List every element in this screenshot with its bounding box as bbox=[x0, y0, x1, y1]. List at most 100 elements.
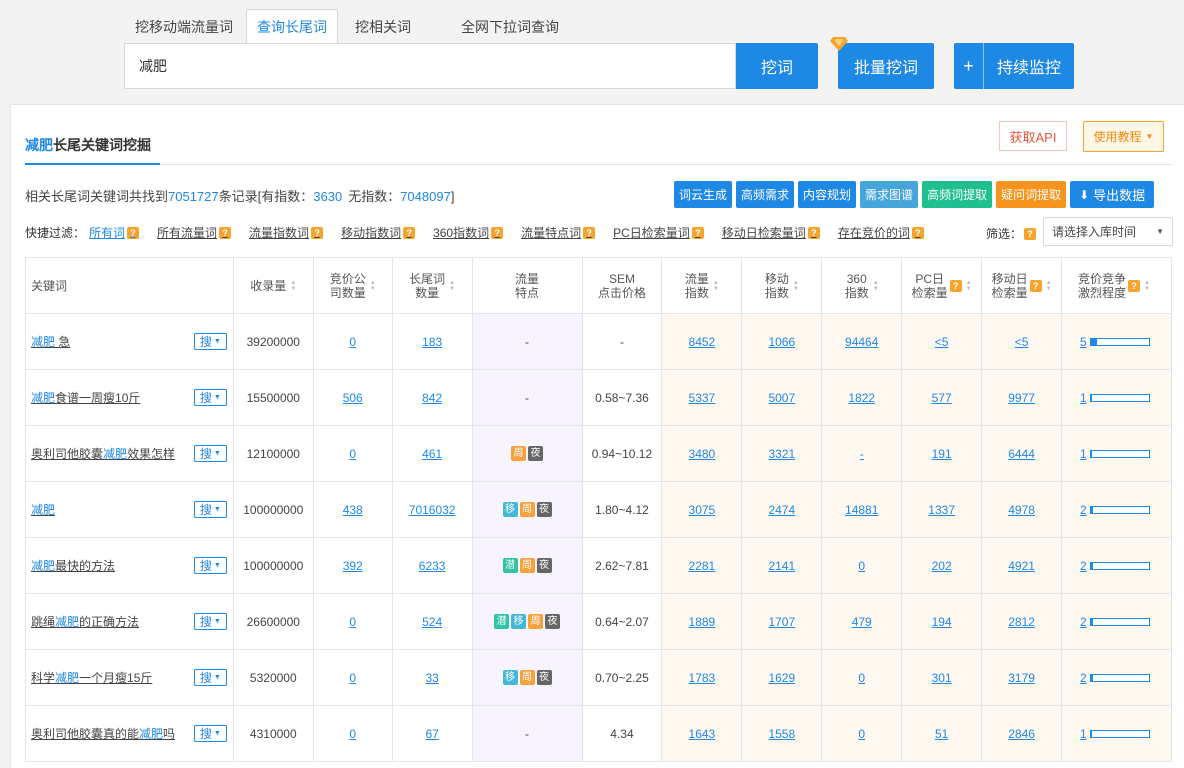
index-360-link[interactable]: 0 bbox=[858, 559, 865, 573]
bid-count-link[interactable]: 0 bbox=[349, 335, 356, 349]
index-360-link[interactable]: 0 bbox=[858, 727, 865, 741]
keyword-link[interactable]: 科学减肥一个月瘦15斤 bbox=[31, 669, 152, 686]
search-dropdown-button[interactable]: 搜 ▼ bbox=[193, 501, 227, 518]
competition-link[interactable]: 2 bbox=[1080, 615, 1087, 629]
export-button[interactable]: ⬇ 导出数据 bbox=[1070, 181, 1155, 208]
index-360-link[interactable]: 0 bbox=[858, 671, 865, 685]
mobile-daily-link[interactable]: 2846 bbox=[1008, 727, 1035, 741]
keyword-link[interactable]: 奥利司他胶囊真的能减肥吗 bbox=[31, 725, 175, 742]
filter-traffic-feature[interactable]: 流量特点词? bbox=[521, 224, 596, 241]
mobile-index-link[interactable]: 2141 bbox=[768, 559, 795, 573]
flow-index-link[interactable]: 5337 bbox=[689, 391, 716, 405]
tab-related[interactable]: 挖相关词 bbox=[344, 9, 422, 44]
mobile-daily-link[interactable]: <5 bbox=[1015, 335, 1029, 349]
flow-index-link[interactable]: 1643 bbox=[689, 727, 716, 741]
flow-index-link[interactable]: 3480 bbox=[689, 447, 716, 461]
mobile-daily-link[interactable]: 4978 bbox=[1008, 503, 1035, 517]
tab-long-tail[interactable]: 查询长尾词 bbox=[246, 9, 338, 44]
search-dropdown-button[interactable]: 搜 ▼ bbox=[193, 613, 227, 630]
bid-count-link[interactable]: 0 bbox=[349, 615, 356, 629]
flow-index-link[interactable]: 8452 bbox=[689, 335, 716, 349]
col-flow-index[interactable]: 流量 指数 ▲ ▼ bbox=[662, 258, 743, 313]
mobile-daily-link[interactable]: 3179 bbox=[1008, 671, 1035, 685]
mobile-daily-link[interactable]: 2812 bbox=[1008, 615, 1035, 629]
mobile-index-link[interactable]: 2474 bbox=[768, 503, 795, 517]
pc-daily-link[interactable]: 1337 bbox=[928, 503, 955, 517]
high-demand-button[interactable]: 高频需求 bbox=[736, 181, 795, 208]
mobile-index-link[interactable]: 1707 bbox=[768, 615, 795, 629]
mobile-daily-link[interactable]: 6444 bbox=[1008, 447, 1035, 461]
competition-link[interactable]: 2 bbox=[1080, 671, 1087, 685]
col-pc-daily[interactable]: PC日 检索量? ▲ ▼ bbox=[902, 258, 983, 313]
search-dropdown-button[interactable]: 搜 ▼ bbox=[193, 725, 227, 742]
col-competition[interactable]: 竞价竞争 激烈程度? ▲ ▼ bbox=[1062, 258, 1172, 313]
pc-daily-link[interactable]: 577 bbox=[932, 391, 952, 405]
flow-index-link[interactable]: 1783 bbox=[689, 671, 716, 685]
bid-count-link[interactable]: 0 bbox=[349, 727, 356, 741]
longtail-count-link[interactable]: 183 bbox=[422, 335, 442, 349]
keyword-link[interactable]: 跳绳减肥的正确方法 bbox=[31, 613, 139, 630]
longtail-count-link[interactable]: 461 bbox=[422, 447, 442, 461]
keyword-link[interactable]: 减肥 急 bbox=[31, 333, 70, 350]
index-360-link[interactable]: 94464 bbox=[845, 335, 878, 349]
mobile-index-link[interactable]: 1558 bbox=[768, 727, 795, 741]
search-input[interactable] bbox=[125, 44, 735, 88]
bid-count-link[interactable]: 392 bbox=[343, 559, 363, 573]
bid-count-link[interactable]: 438 bbox=[343, 503, 363, 517]
index-360-link[interactable]: 14881 bbox=[845, 503, 878, 517]
pc-daily-link[interactable]: 51 bbox=[935, 727, 948, 741]
tab-mobile-traffic[interactable]: 挖移动端流量词 bbox=[124, 9, 244, 44]
search-dropdown-button[interactable]: 搜 ▼ bbox=[193, 557, 227, 574]
bid-count-link[interactable]: 506 bbox=[343, 391, 363, 405]
longtail-count-link[interactable]: 524 bbox=[422, 615, 442, 629]
mobile-index-link[interactable]: 5007 bbox=[768, 391, 795, 405]
wordcloud-button[interactable]: 词云生成 bbox=[674, 181, 733, 208]
search-dropdown-button[interactable]: 搜 ▼ bbox=[193, 389, 227, 406]
competition-link[interactable]: 1 bbox=[1080, 447, 1087, 461]
longtail-count-link[interactable]: 67 bbox=[425, 727, 438, 741]
tab-dropdown-query[interactable]: 全网下拉词查询 bbox=[450, 9, 570, 44]
col-longtail[interactable]: 长尾词 数量 ▲ ▼ bbox=[393, 258, 473, 313]
keyword-link[interactable]: 减肥最快的方法 bbox=[31, 557, 115, 574]
filter-pc-daily[interactable]: PC日检索量词? bbox=[613, 224, 704, 241]
competition-link[interactable]: 5 bbox=[1080, 335, 1087, 349]
col-index-count[interactable]: 收录量 ▲ ▼ bbox=[234, 258, 314, 313]
search-dropdown-button[interactable]: 搜 ▼ bbox=[193, 333, 227, 350]
pc-daily-link[interactable]: 202 bbox=[932, 559, 952, 573]
pc-daily-link[interactable]: 191 bbox=[932, 447, 952, 461]
longtail-count-link[interactable]: 7016032 bbox=[409, 503, 456, 517]
keyword-link[interactable]: 减肥食谱一周瘦10斤 bbox=[31, 389, 140, 406]
date-select[interactable]: 请选择入库时间 ▼ bbox=[1043, 217, 1173, 246]
keyword-link[interactable]: 奥利司他胶囊减肥效果怎样 bbox=[31, 445, 175, 462]
longtail-count-link[interactable]: 6233 bbox=[419, 559, 446, 573]
demand-graph-button[interactable]: 需求图谱 bbox=[860, 181, 919, 208]
mobile-index-link[interactable]: 1629 bbox=[768, 671, 795, 685]
question-extract-button[interactable]: 疑问词提取 bbox=[996, 181, 1067, 208]
search-dropdown-button[interactable]: 搜 ▼ bbox=[193, 669, 227, 686]
mobile-daily-link[interactable]: 4921 bbox=[1008, 559, 1035, 573]
search-dropdown-button[interactable]: 搜 ▼ bbox=[193, 445, 227, 462]
flow-index-link[interactable]: 1889 bbox=[689, 615, 716, 629]
index-360-link[interactable]: 1822 bbox=[848, 391, 875, 405]
high-freq-extract-button[interactable]: 高频词提取 bbox=[922, 181, 993, 208]
index-360-link[interactable]: 479 bbox=[852, 615, 872, 629]
pc-daily-link[interactable]: 194 bbox=[932, 615, 952, 629]
flow-index-link[interactable]: 3075 bbox=[689, 503, 716, 517]
filter-all-traffic[interactable]: 所有流量词? bbox=[157, 224, 232, 241]
keyword-link[interactable]: 减肥 bbox=[31, 501, 55, 518]
batch-dig-button[interactable]: 批量挖词 bbox=[838, 43, 934, 89]
filter-360-index[interactable]: 360指数词? bbox=[433, 224, 504, 241]
filter-traffic-index[interactable]: 流量指数词? bbox=[249, 224, 324, 241]
col-360-index[interactable]: 360 指数 ▲ ▼ bbox=[822, 258, 903, 313]
competition-link[interactable]: 1 bbox=[1080, 727, 1087, 741]
content-plan-button[interactable]: 内容规划 bbox=[798, 181, 857, 208]
pc-daily-link[interactable]: <5 bbox=[935, 335, 949, 349]
mobile-index-link[interactable]: 3321 bbox=[768, 447, 795, 461]
col-mobile-index[interactable]: 移动 指数 ▲ ▼ bbox=[742, 258, 823, 313]
index-360-link[interactable]: - bbox=[860, 447, 864, 461]
tutorial-dropdown[interactable]: 使用教程 ▼ bbox=[1083, 121, 1164, 152]
pc-daily-link[interactable]: 301 bbox=[932, 671, 952, 685]
mobile-index-link[interactable]: 1066 bbox=[768, 335, 795, 349]
bid-count-link[interactable]: 0 bbox=[349, 447, 356, 461]
monitor-button[interactable]: + 持续监控 bbox=[954, 43, 1074, 89]
